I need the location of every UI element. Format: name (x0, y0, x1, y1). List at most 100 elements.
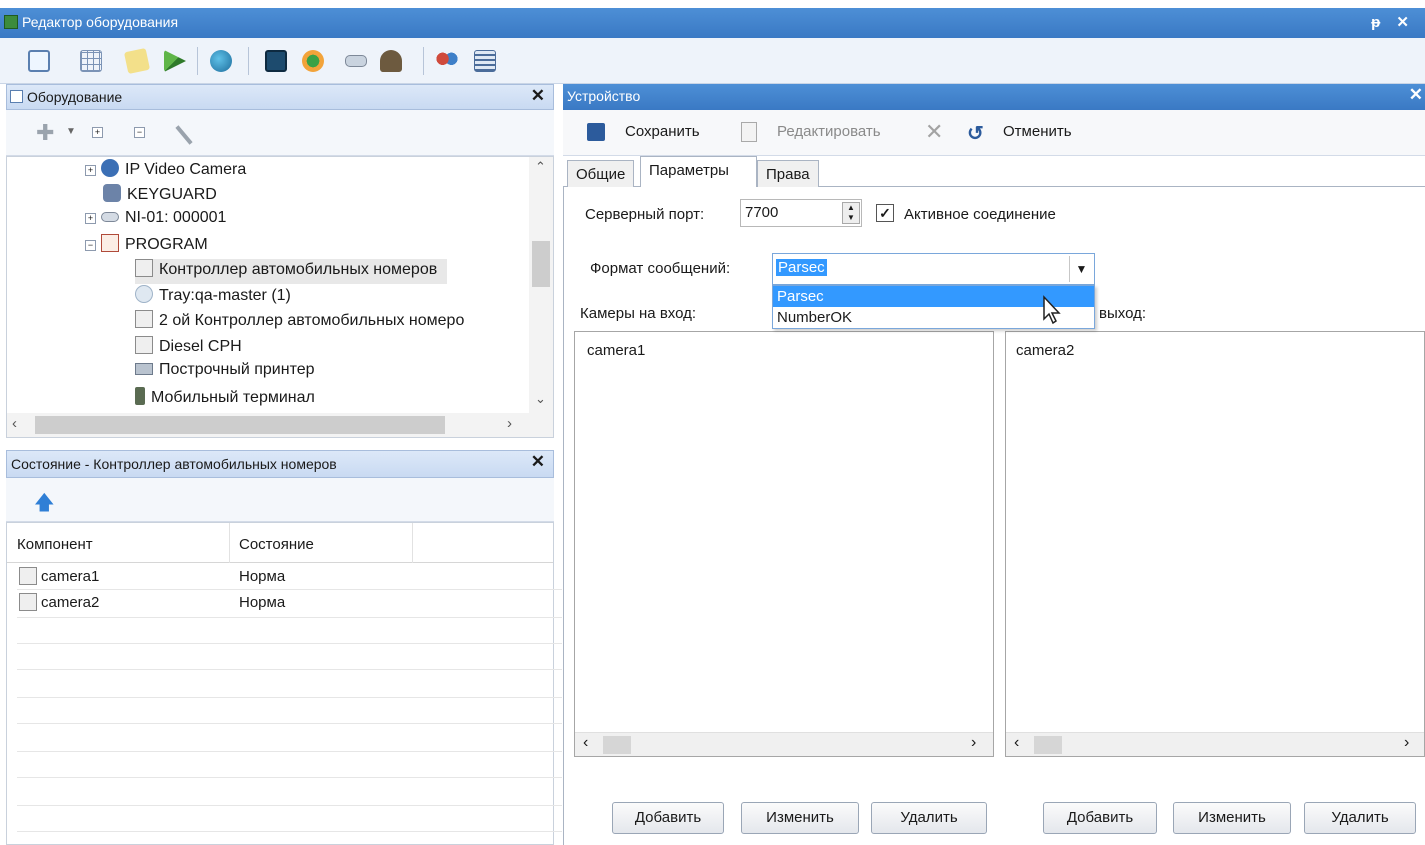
tab-parameters[interactable]: Параметры (640, 156, 757, 187)
controller-icon (135, 310, 153, 328)
cameras-in-list[interactable]: camera1 ‹ › (574, 331, 994, 757)
group-icon[interactable] (436, 50, 458, 72)
monitor-icon[interactable] (265, 50, 287, 72)
list-item[interactable]: camera2 (1016, 342, 1074, 359)
close-icon[interactable]: ✕ (531, 86, 545, 106)
tree-item[interactable]: KEYGUARD (103, 184, 217, 209)
equipment-toolbar: ✚ ▼ + − (6, 110, 554, 156)
tree-item[interactable]: Diesel CPH (135, 336, 242, 361)
list-item[interactable]: camera1 (587, 342, 645, 359)
horizontal-scrollbar[interactable]: ‹ › (575, 732, 993, 756)
equipment-panel-title: Оборудование (27, 89, 123, 105)
controller-icon (135, 336, 153, 354)
chevron-right-icon[interactable]: › (971, 734, 976, 752)
flag-icon[interactable] (164, 50, 186, 72)
tab-general[interactable]: Общие (567, 160, 635, 187)
save-icon (587, 123, 605, 141)
server-port-value[interactable]: 7700 (745, 204, 778, 221)
close-icon[interactable]: ✕ (531, 452, 545, 472)
change-out-button[interactable]: Изменить (1173, 802, 1291, 834)
tree-item[interactable]: Tray:qa-master (1) (135, 285, 291, 310)
collapse-all-icon[interactable]: − (134, 127, 145, 138)
horizontal-scrollbar[interactable]: ‹ › (1006, 732, 1424, 756)
tree-item[interactable]: Построчный принтер (135, 361, 315, 386)
device-panel-title: Устройство (567, 88, 641, 104)
active-connection-checkbox[interactable]: ✓ (876, 204, 894, 222)
add-out-button[interactable]: Добавить (1043, 802, 1157, 834)
controller-icon (19, 567, 37, 585)
chevron-left-icon[interactable]: ‹ (1014, 734, 1019, 752)
expand-all-icon[interactable]: + (92, 127, 103, 138)
globe-user-icon[interactable] (210, 50, 232, 72)
network-device-icon (101, 212, 119, 222)
cameras-out-list[interactable]: camera2 ‹ › (1005, 331, 1425, 757)
column-header-component[interactable]: Компонент (17, 536, 93, 553)
chevron-down-icon[interactable]: ⌄ (535, 391, 546, 407)
tab-rights[interactable]: Права (757, 160, 819, 187)
close-icon[interactable]: ✕ (1409, 85, 1423, 105)
add-in-button[interactable]: Добавить (612, 802, 724, 834)
users-icon[interactable] (302, 50, 324, 72)
device-toolbar: Сохранить Редактировать ✕ ↺ Отменить (563, 110, 1425, 156)
tree-view-icon[interactable] (28, 50, 50, 72)
arrow-up-icon[interactable]: 🡅 (34, 488, 55, 522)
chevron-down-icon[interactable]: ▼ (1069, 256, 1093, 282)
equipment-tree: + IP Video Camera KEYGUARD + NI-01: 000001… (6, 156, 554, 438)
edit-icon (741, 122, 757, 142)
message-format-value[interactable]: Parsec (776, 259, 827, 276)
chevron-left-icon[interactable]: ‹ (12, 415, 17, 432)
chevron-up-icon[interactable]: ⌃ (535, 159, 546, 175)
state-grid: Компонент Состояние camera1 Норма camera… (6, 522, 562, 845)
chevron-right-icon[interactable]: › (507, 415, 512, 432)
tree-item[interactable]: + IP Video Camera (85, 159, 246, 184)
drive-icon[interactable] (345, 55, 367, 67)
delete-out-button[interactable]: Удалить (1304, 802, 1416, 834)
server-port-spinner[interactable]: 7700 ▲ ▼ (740, 199, 862, 227)
horizontal-scrollbar[interactable]: ‹ › (7, 413, 553, 437)
message-format-select[interactable]: Parsec ▼ (772, 253, 1095, 285)
message-format-label: Формат сообщений: (590, 260, 731, 277)
vertical-scrollbar[interactable]: ⌃ ⌄ (529, 157, 553, 413)
scroll-thumb[interactable] (1034, 736, 1062, 754)
keyguard-icon (103, 184, 121, 202)
chevron-down-icon[interactable]: ▼ (66, 126, 76, 137)
state-panel-title: Состояние - Контроллер автомобильных ном… (11, 456, 337, 472)
person-icon[interactable] (380, 50, 402, 72)
spinner-arrows-icon[interactable]: ▲ ▼ (842, 202, 860, 224)
add-icon[interactable]: ✚ (36, 122, 54, 144)
chevron-right-icon[interactable]: › (1404, 734, 1409, 752)
tray-icon (135, 285, 153, 303)
main-toolbar (0, 38, 1425, 84)
window-controls[interactable]: ᵽ ✕ (1371, 13, 1415, 31)
equipment-panel-header: Оборудование ✕ (6, 84, 554, 110)
tree-item[interactable]: 2 ой Контроллер автомобильных номеро (135, 310, 464, 335)
controller-icon (19, 593, 37, 611)
change-in-button[interactable]: Изменить (741, 802, 859, 834)
tree-item-selected[interactable]: Контроллер автомобильных номеров (135, 259, 448, 284)
tree-item[interactable]: Мобильный терминал (135, 387, 315, 412)
grid-header: Компонент Состояние (7, 523, 553, 563)
notes-icon[interactable] (123, 47, 151, 75)
undo-icon: ↺ (967, 123, 984, 145)
delete-icon[interactable]: ✕ (925, 119, 943, 145)
column-header-state[interactable]: Состояние (239, 536, 314, 553)
active-connection-label[interactable]: Активное соединение (904, 206, 1056, 223)
grid-icon[interactable] (80, 50, 102, 72)
window-title: Редактор оборудования (22, 14, 179, 30)
camera-icon (101, 159, 119, 177)
state-panel-header: Состояние - Контроллер автомобильных ном… (6, 450, 554, 478)
scroll-thumb[interactable] (532, 241, 550, 287)
chevron-left-icon[interactable]: ‹ (583, 734, 588, 752)
schedule-icon[interactable] (474, 50, 496, 72)
window-titlebar: Редактор оборудования ᵽ ✕ (0, 8, 1425, 38)
scroll-thumb[interactable] (603, 736, 631, 754)
tree-item[interactable]: + NI-01: 000001 (85, 209, 226, 234)
state-toolbar: 🡅 (6, 478, 554, 522)
wrench-icon[interactable] (175, 125, 193, 145)
delete-in-button[interactable]: Удалить (871, 802, 987, 834)
table-row[interactable]: camera2 Норма (7, 591, 553, 617)
tree-item[interactable]: − PROGRAM (85, 234, 208, 259)
table-row[interactable]: camera1 Норма (7, 565, 553, 591)
printer-icon (135, 363, 153, 375)
scroll-thumb[interactable] (35, 416, 445, 434)
